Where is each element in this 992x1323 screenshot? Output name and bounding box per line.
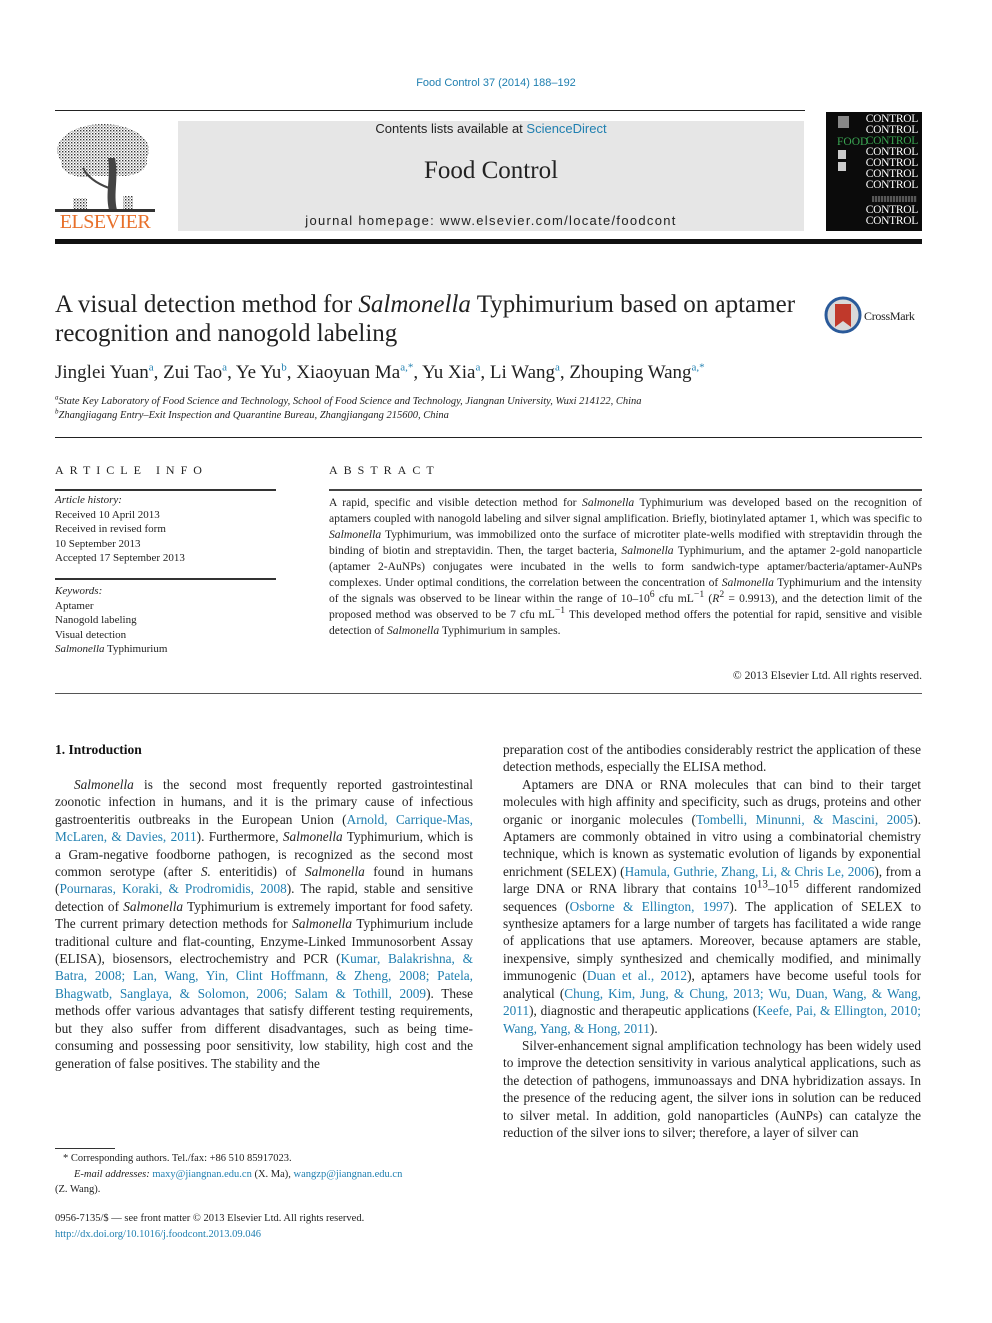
header-thick-rule (55, 239, 922, 244)
affiliation: aState Key Laboratory of Food Science an… (55, 393, 642, 407)
cover-food-label: FOOD (837, 136, 869, 148)
author[interactable]: Ye Yub (236, 362, 287, 383)
author[interactable]: Xiaoyuan Maa,* (296, 362, 413, 383)
divider (55, 578, 276, 580)
crossmark-icon (824, 296, 862, 334)
abstract-end-rule (55, 693, 922, 694)
doi-link[interactable]: http://dx.doi.org/10.1016/j.foodcont.201… (55, 1229, 261, 1240)
keyword: Nanogold labeling (55, 614, 137, 626)
cover-logo-icon (838, 116, 849, 128)
abstract-heading: ABSTRACT (329, 463, 440, 477)
author-list: Jinglei Yuana, Zui Taoa, Ye Yub, Xiaoyua… (55, 361, 705, 383)
cover-image-icon (838, 162, 846, 171)
divider (329, 489, 922, 491)
footnote-rule (55, 1148, 115, 1149)
keyword: Visual detection (55, 628, 127, 641)
corresponding-author-note: * Corresponding authors. Tel./fax: +86 5… (55, 1151, 473, 1198)
journal-cover-thumbnail[interactable]: CONTROL CONTROL FOOD CONTROL CONTROL CON… (826, 112, 922, 231)
citation-link[interactable]: Osborne & Ellington, 1997 (570, 899, 730, 914)
crossmark-label: CrossMark (864, 309, 915, 323)
elsevier-wordmark: ELSEVIER (59, 211, 151, 233)
sciencedirect-link[interactable]: ScienceDirect (526, 121, 606, 136)
author[interactable]: Zhouping Wanga,* (569, 362, 704, 383)
cover-image-icon (838, 150, 846, 159)
paragraph: Salmonella is the second most frequently… (55, 777, 474, 1071)
author[interactable]: Yu Xiaa (422, 362, 480, 383)
elsevier-logo[interactable]: ELSEVIER (53, 118, 157, 233)
issn-line: 0956-7135/$ — see front matter © 2013 El… (55, 1213, 365, 1240)
paragraph-continued: preparation cost of the antibodies consi… (503, 742, 921, 775)
citation-link[interactable]: Duan et al., 2012 (587, 968, 687, 983)
cover-subtitle (872, 196, 917, 202)
journal-homepage[interactable]: journal homepage: www.elsevier.com/locat… (178, 213, 804, 228)
abstract-copyright: © 2013 Elsevier Ltd. All rights reserved… (732, 669, 922, 682)
author[interactable]: Zui Taoa (163, 362, 227, 383)
section-heading-introduction: 1. Introduction (55, 742, 142, 757)
body-column-right: preparation cost of the antibodies consi… (503, 741, 921, 1141)
crossmark-badge[interactable]: CrossMark (824, 296, 924, 336)
cover-text: CONTROL (865, 179, 919, 191)
email-link[interactable]: maxy@jiangnan.edu.cn (152, 1169, 251, 1180)
email-addresses: E-mail addresses: maxy@jiangnan.edu.cn (… (74, 1168, 403, 1180)
divider (55, 489, 276, 491)
journal-banner: Contents lists available at ScienceDirec… (178, 121, 804, 231)
paragraph: Silver-enhancement signal amplification … (503, 1037, 921, 1140)
contents-line: Contents lists available at ScienceDirec… (375, 121, 607, 136)
title-rule (55, 437, 922, 438)
keyword: Aptamer (55, 599, 94, 612)
affiliation: bZhangjiagang Entry–Exit Inspection and … (55, 407, 449, 421)
article-title: A visual detection method for Salmonella… (55, 291, 796, 347)
article-history: Article history: Received 10 April 2013 … (55, 494, 185, 564)
keyword: Salmonella Typhimurium (55, 643, 168, 655)
author[interactable]: Li Wanga (490, 362, 560, 383)
paragraph: Aptamers are DNA or RNA molecules that c… (503, 776, 922, 1036)
citation-link[interactable]: Hamula, Guthrie, Zhang, Li, & Chris Le, … (625, 864, 875, 879)
abstract-text: A rapid, specific and visible detection … (329, 496, 922, 637)
author[interactable]: Jinglei Yuana (55, 362, 154, 383)
email-link[interactable]: wangzp@jiangnan.edu.cn (294, 1169, 403, 1180)
citation-link[interactable]: Pournaras, Koraki, & Prodromidis, 2008 (59, 881, 286, 896)
journal-title: Food Control (423, 157, 559, 184)
header-rule (55, 110, 805, 111)
cover-text: CONTROL (865, 215, 919, 227)
keywords: Keywords: Aptamer Nanogold labeling Visu… (55, 584, 285, 657)
article-info-heading: ARTICLE INFO (55, 463, 208, 477)
body-column-left: Salmonella is the second most frequently… (55, 776, 473, 1072)
citation-link[interactable]: Tombelli, Minunni, & Mascini, 2005 (696, 812, 913, 827)
journal-citation-link[interactable]: Food Control 37 (2014) 188–192 (0, 77, 992, 89)
